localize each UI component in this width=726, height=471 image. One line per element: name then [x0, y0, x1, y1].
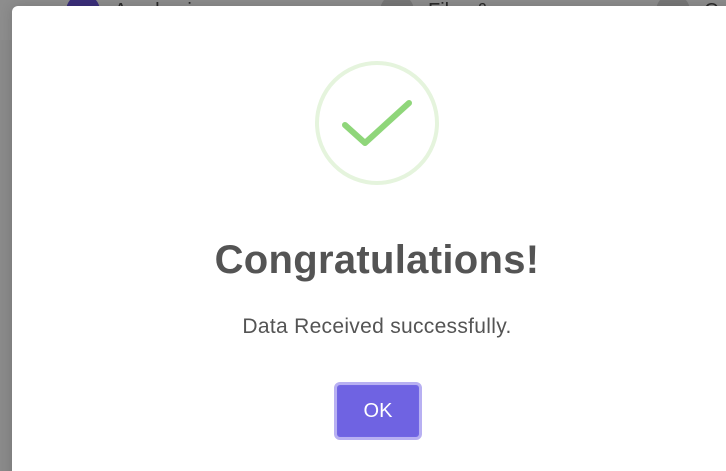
ok-button[interactable]: OK [334, 382, 422, 440]
checkmark-success-icon [342, 100, 412, 146]
ok-button-label: OK [338, 386, 418, 436]
dialog-message: Data Received successfully. [242, 315, 512, 338]
success-dialog: Congratulations! Data Received successfu… [12, 6, 726, 471]
success-icon-ring [315, 61, 439, 185]
dialog-title: Congratulations! [214, 238, 540, 282]
